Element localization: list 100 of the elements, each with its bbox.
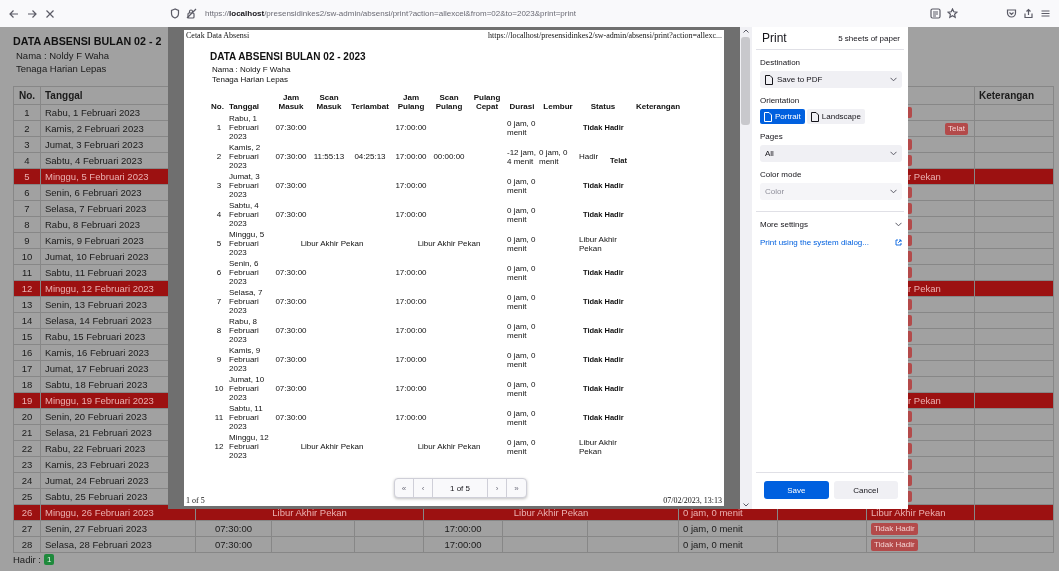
table-cell: Selasa, 28 Februari 2023 — [40, 536, 196, 553]
scroll-down-icon[interactable] — [743, 503, 749, 507]
close-icon[interactable] — [44, 7, 56, 20]
table-cell-text: 07:30:00 — [274, 180, 308, 192]
column-header: Keterangan — [974, 86, 1054, 105]
system-dialog-link[interactable]: Print using the system dialog... — [760, 238, 869, 247]
status-label: Tidak Hadir — [871, 538, 918, 551]
table-cell-text: 0 jam, 0 menit — [538, 146, 569, 168]
chevron-icon — [890, 151, 897, 156]
table-cell-text: 8 — [215, 325, 223, 337]
table-cell-text: 0 jam, 0 menit — [506, 407, 537, 429]
status-label: Tidak Hadir — [871, 522, 918, 535]
table-cell-text: 17:00:00 — [394, 122, 428, 134]
table-cell-text: Libur Akhir Pekan — [416, 441, 482, 453]
column-header: Scan Pulang — [434, 93, 464, 113]
scroll-up-icon[interactable] — [743, 29, 749, 33]
page-indicator: 1 of 5 — [433, 479, 488, 497]
count-badge: 1 — [44, 554, 55, 565]
table-cell-text: 0 jam, 0 menit — [506, 117, 537, 139]
previous-page-button[interactable]: ‹ — [414, 479, 433, 497]
table-cell: 0 jam, 0 menit — [678, 520, 778, 537]
star-icon[interactable] — [947, 8, 958, 19]
table-cell-text: 17:00:00 — [394, 325, 428, 337]
scrollbar-thumb[interactable] — [741, 37, 750, 125]
table-cell-text: 07:30:00 — [274, 354, 308, 366]
table-cell-text: Rabu, 1 Februari 2023 — [228, 113, 260, 142]
table-cell-text: Rabu, 8 Februari 2023 — [228, 316, 260, 345]
table-cell: 27 — [13, 520, 41, 537]
table-cell-text: 17:00:00 — [394, 151, 428, 163]
table-cell: 12 — [13, 280, 41, 297]
pocket-icon[interactable] — [1006, 8, 1017, 19]
column-header: Jam Masuk — [277, 93, 305, 113]
table-cell-text: Minggu, 5 Februari 2023 — [228, 229, 266, 258]
share-icon[interactable] — [1023, 8, 1034, 19]
table-cell-text: 6 — [215, 267, 223, 279]
page-header-url: https://localhost/presensidinkes2/sw-admin/absensi/print?action=allexc... — [487, 31, 722, 40]
table-cell: 10 — [13, 248, 41, 265]
table-cell-text: -12 jam, 4 menit — [506, 146, 537, 168]
table-cell-text: 07:30:00 — [274, 122, 308, 134]
table-cell-text: 07:30:00 — [274, 383, 308, 395]
employee-name: Nama : Noldy F Waha — [16, 49, 110, 62]
table-cell-text: Kamis, 9 Februari 2023 — [228, 345, 262, 374]
table-cell-text: 0 jam, 0 menit — [506, 349, 537, 371]
table-cell: 23 — [13, 456, 41, 473]
column-header: Pulang Cepat — [472, 93, 502, 113]
scrollbar[interactable] — [740, 27, 752, 509]
orientation-option[interactable]: Landscape — [806, 109, 865, 124]
table-cell-text: 12 — [213, 441, 225, 453]
table-cell-text: 17:00:00 — [394, 412, 428, 424]
table-cell: 2 — [13, 120, 41, 137]
table-cell-text: 0 jam, 0 menit — [506, 175, 537, 197]
save-button[interactable]: Save — [764, 481, 829, 499]
menu-icon[interactable] — [1040, 8, 1051, 19]
table-cell-text: 10 — [213, 383, 225, 395]
table-cell: 17:00:00 — [423, 520, 503, 537]
select-field[interactable]: Save to PDF — [760, 71, 902, 88]
first-page-button[interactable]: « — [395, 479, 414, 497]
next-page-button[interactable]: › — [488, 479, 507, 497]
table-cell-text: 00:00:00 — [432, 151, 466, 163]
cancel-button[interactable]: Cancel — [833, 481, 898, 499]
table-cell: 20 — [13, 408, 41, 425]
table-cell: 11 — [13, 264, 41, 281]
field-label: Orientation — [760, 96, 800, 105]
back-icon[interactable] — [8, 7, 20, 20]
table-cell-text: 07:30:00 — [274, 412, 308, 424]
preview-title: DATA ABSENSI BULAN 02 - 2023 — [210, 51, 366, 62]
table-cell: 17 — [13, 360, 41, 377]
table-cell: 0 jam, 0 menit — [678, 536, 778, 553]
table-cell-text: 07:30:00 — [274, 151, 308, 163]
table-cell-text: 04:25:13 — [353, 151, 387, 163]
more-settings-toggle[interactable]: More settings — [760, 220, 809, 229]
orientation-option[interactable]: Portrait — [760, 109, 805, 124]
reader-view-icon[interactable] — [930, 8, 941, 19]
summary-label: Hadir : — [13, 554, 41, 565]
shield-icon[interactable] — [170, 8, 180, 19]
address-bar[interactable]: https://localhost/presensidinkes2/sw-admin/absensi/print?action=allexcel&from=02&to=2023&print=print — [205, 9, 576, 18]
lock-icon[interactable] — [186, 8, 197, 19]
column-header: No. — [210, 101, 225, 113]
table-cell: 24 — [13, 472, 41, 489]
chevron-icon — [895, 222, 902, 227]
table-cell-text: 17:00:00 — [394, 354, 428, 366]
status-text: r Pekan — [908, 395, 941, 406]
last-page-button[interactable]: » — [507, 479, 526, 497]
table-cell-text: Jumat, 10 Februari 2023 — [228, 374, 266, 403]
table-cell-text: 5 — [215, 238, 223, 250]
table-cell: 1 — [13, 104, 41, 121]
status-text: Hadir — [579, 152, 599, 161]
table-cell: 07:30:00 — [195, 536, 272, 553]
table-cell-text: 9 — [215, 354, 223, 366]
table-cell-text: 17:00:00 — [394, 267, 428, 279]
field-label: Color mode — [760, 170, 802, 179]
table-cell: 25 — [13, 488, 41, 505]
table-cell: 6 — [13, 184, 41, 201]
table-cell-text: 0 jam, 0 menit — [506, 291, 537, 313]
forward-icon[interactable] — [26, 7, 38, 20]
select-field[interactable]: All — [760, 145, 902, 162]
table-cell: 5 — [13, 168, 41, 185]
dialog-title: Print — [762, 31, 787, 45]
table-cell-text: Libur Akhir Pekan — [299, 238, 365, 250]
page-header-text: Cetak Data Absensi — [186, 31, 250, 40]
